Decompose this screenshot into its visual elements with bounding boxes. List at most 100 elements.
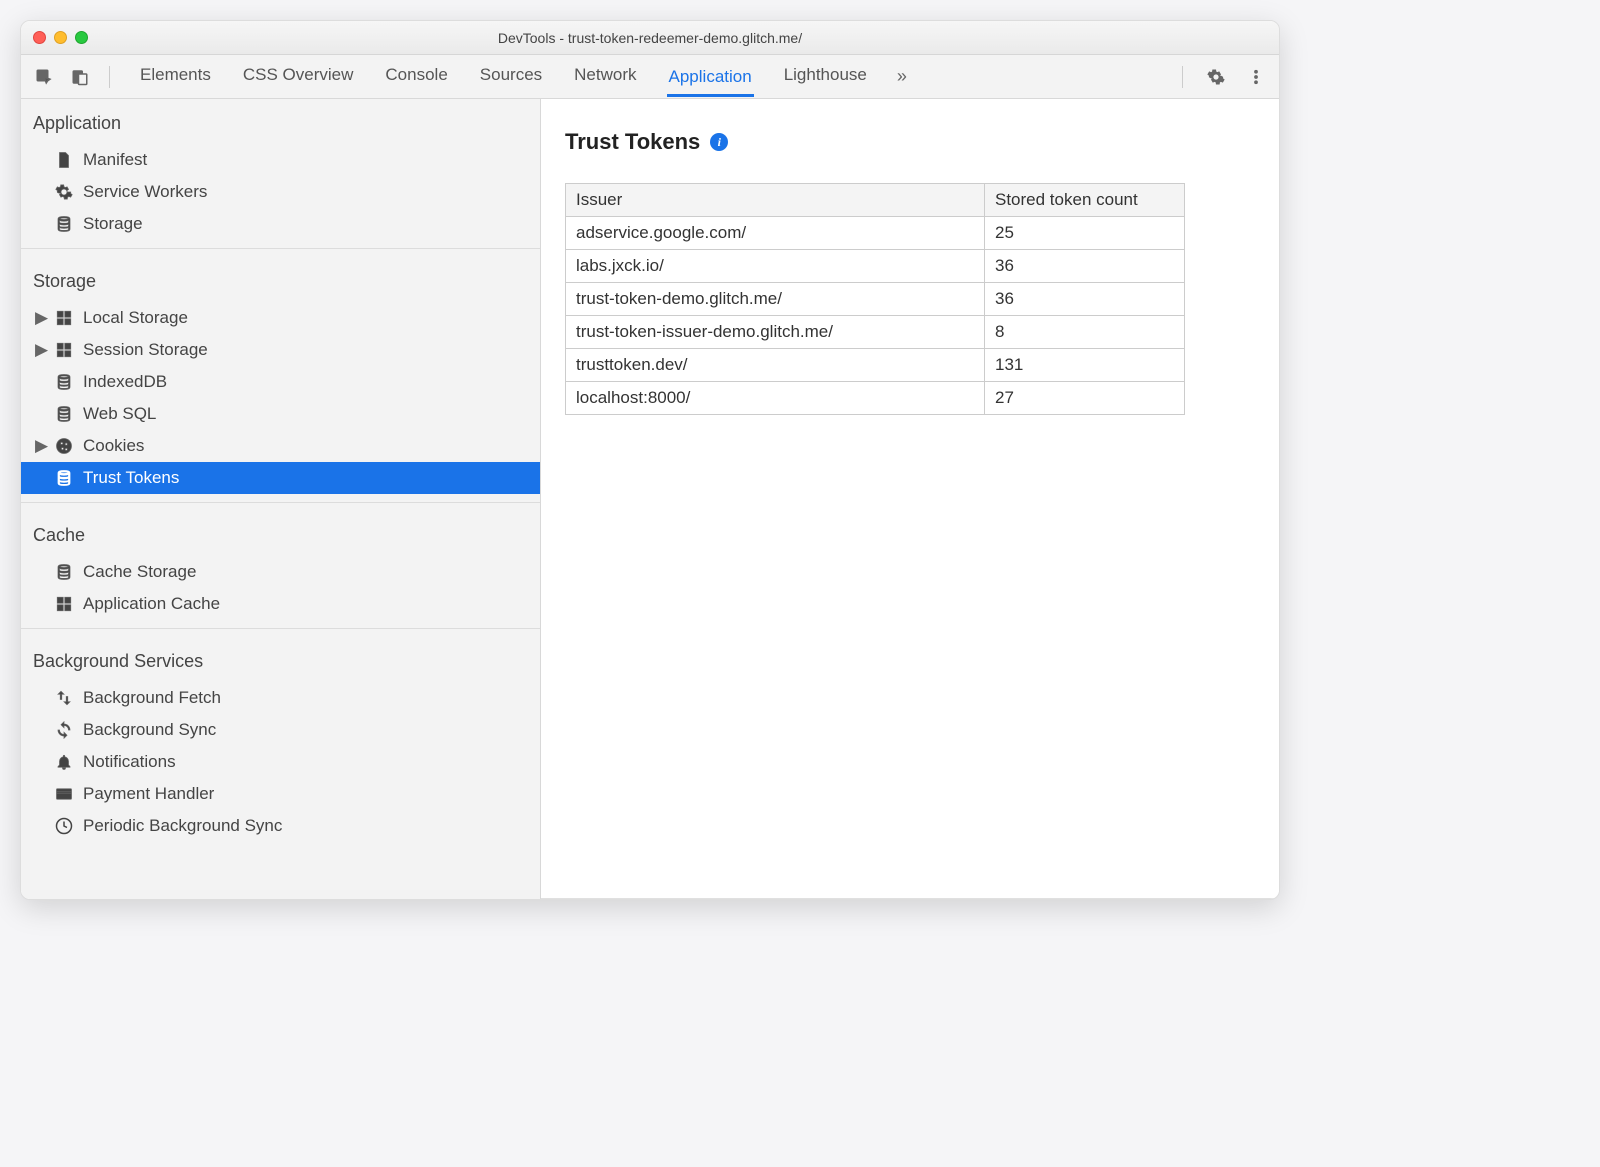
cell-issuer: labs.jxck.io/ [566,250,985,283]
db-icon [55,469,73,487]
card-icon [55,785,73,803]
sidebar-item-notifications[interactable]: Notifications [21,746,540,778]
sidebar-item-label: Application Cache [83,594,220,614]
db-icon [55,373,73,391]
sidebar-item-label: Local Storage [83,308,188,328]
grid-icon [55,341,73,359]
table-row[interactable]: trust-token-issuer-demo.glitch.me/8 [566,316,1185,349]
cell-count: 25 [985,217,1185,250]
sidebar-item-label: Background Sync [83,720,216,740]
device-toggle-icon[interactable] [67,64,93,90]
tab-css-overview[interactable]: CSS Overview [241,55,356,98]
sidebar-item-payment-handler[interactable]: Payment Handler [21,778,540,810]
sidebar-item-local-storage[interactable]: ▶ Local Storage [21,302,540,334]
sidebar-item-background-sync[interactable]: Background Sync [21,714,540,746]
sidebar-item-label: Cookies [83,436,144,456]
sidebar-item-periodic-background-sync[interactable]: Periodic Background Sync [21,810,540,842]
sidebar-item-manifest[interactable]: Manifest [21,144,540,176]
sidebar-section-header: Background Services [21,637,540,682]
sidebar-item-label: Notifications [83,752,176,772]
tab-application[interactable]: Application [667,57,754,97]
db-icon [55,215,73,233]
cookie-icon [55,437,73,455]
sidebar-item-service-workers[interactable]: Service Workers [21,176,540,208]
gear-icon [55,183,73,201]
cell-issuer: trusttoken.dev/ [566,349,985,382]
panel-title: Trust Tokens [565,129,700,155]
expand-arrow-icon[interactable]: ▶ [35,308,47,328]
cell-issuer: adservice.google.com/ [566,217,985,250]
sidebar-item-trust-tokens[interactable]: Trust Tokens [21,462,540,494]
sidebar-item-cookies[interactable]: ▶ Cookies [21,430,540,462]
sidebar-section-header: Cache [21,511,540,556]
application-sidebar: Application Manifest Service Workers Storag… [21,99,541,899]
table-row[interactable]: labs.jxck.io/36 [566,250,1185,283]
more-options-icon[interactable] [1243,64,1269,90]
sidebar-item-label: Storage [83,214,143,234]
cell-issuer: trust-token-issuer-demo.glitch.me/ [566,316,985,349]
tab-lighthouse[interactable]: Lighthouse [782,55,869,98]
sidebar-item-label: Manifest [83,150,147,170]
cell-count: 36 [985,250,1185,283]
column-header-issuer[interactable]: Issuer [566,184,985,217]
sidebar-item-label: Service Workers [83,182,207,202]
sidebar-item-label: Session Storage [83,340,208,360]
cell-count: 131 [985,349,1185,382]
table-row[interactable]: localhost:8000/27 [566,382,1185,415]
expand-arrow-icon[interactable]: ▶ [35,436,47,456]
cell-count: 27 [985,382,1185,415]
cell-issuer: localhost:8000/ [566,382,985,415]
inspect-element-icon[interactable] [31,64,57,90]
db-icon [55,563,73,581]
sidebar-item-background-fetch[interactable]: Background Fetch [21,682,540,714]
trust-tokens-table: Issuer Stored token count adservice.goog… [565,183,1185,415]
sidebar-item-web-sql[interactable]: Web SQL [21,398,540,430]
devtools-toolbar: Elements CSS Overview Console Sources Ne… [21,55,1279,99]
toolbar-divider [109,66,110,88]
panel-heading: Trust Tokens i [565,129,1255,155]
cell-count: 36 [985,283,1185,316]
window-title: DevTools - trust-token-redeemer-demo.gli… [21,30,1279,46]
updown-icon [55,689,73,707]
toolbar-divider [1182,66,1183,88]
sidebar-item-label: Cache Storage [83,562,196,582]
sidebar-section-header: Application [21,99,540,144]
table-row[interactable]: adservice.google.com/25 [566,217,1185,250]
tab-console[interactable]: Console [383,55,449,98]
sidebar-item-label: Background Fetch [83,688,221,708]
db-icon [55,405,73,423]
sidebar-section-header: Storage [21,257,540,302]
sidebar-item-cache-storage[interactable]: Cache Storage [21,556,540,588]
grid-icon [55,595,73,613]
tab-sources[interactable]: Sources [478,55,544,98]
table-row[interactable]: trusttoken.dev/131 [566,349,1185,382]
sidebar-item-label: Periodic Background Sync [83,816,282,836]
file-icon [55,151,73,169]
expand-arrow-icon[interactable]: ▶ [35,340,47,360]
settings-icon[interactable] [1203,64,1229,90]
sidebar-item-indexeddb[interactable]: IndexedDB [21,366,540,398]
tab-network[interactable]: Network [572,55,638,98]
clock-icon [55,817,73,835]
sidebar-item-storage[interactable]: Storage [21,208,540,240]
sidebar-item-label: Payment Handler [83,784,214,804]
main-panel: Trust Tokens i Issuer Stored token count… [541,99,1279,899]
column-header-count[interactable]: Stored token count [985,184,1185,217]
sidebar-item-label: Trust Tokens [83,468,179,488]
titlebar: DevTools - trust-token-redeemer-demo.gli… [21,21,1279,55]
cell-issuer: trust-token-demo.glitch.me/ [566,283,985,316]
devtools-tabs: Elements CSS Overview Console Sources Ne… [138,55,1166,98]
sidebar-item-application-cache[interactable]: Application Cache [21,588,540,620]
grid-icon [55,309,73,327]
more-tabs-icon[interactable]: » [897,66,907,87]
sidebar-item-label: IndexedDB [83,372,167,392]
tab-elements[interactable]: Elements [138,55,213,98]
sync-icon [55,721,73,739]
devtools-window: DevTools - trust-token-redeemer-demo.gli… [20,20,1280,900]
sidebar-item-label: Web SQL [83,404,156,424]
bell-icon [55,753,73,771]
sidebar-item-session-storage[interactable]: ▶ Session Storage [21,334,540,366]
table-row[interactable]: trust-token-demo.glitch.me/36 [566,283,1185,316]
cell-count: 8 [985,316,1185,349]
info-icon[interactable]: i [710,133,728,151]
